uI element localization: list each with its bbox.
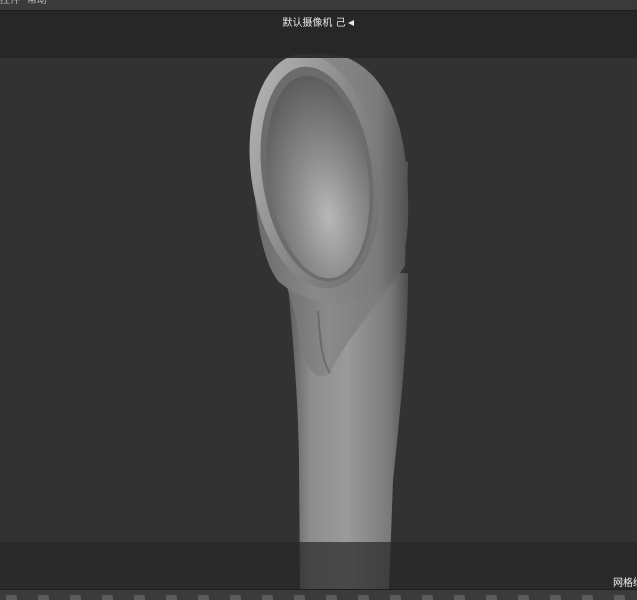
camera-icon — [347, 20, 354, 26]
menu-item-controls[interactable]: 控件 — [0, 0, 20, 7]
menu-item-help[interactable]: 帮助 — [27, 0, 47, 7]
shelf-tool-icon[interactable] — [262, 595, 273, 600]
shelf-tool-icon[interactable] — [550, 595, 561, 600]
shelf-tool-icon[interactable] — [582, 595, 593, 600]
shelf-tool-icon[interactable] — [358, 595, 369, 600]
shelf-tool-icon[interactable] — [486, 595, 497, 600]
3d-viewport[interactable]: 默认摄像机 己 网格 — [0, 11, 637, 589]
bottom-shelf — [0, 589, 637, 600]
menu-bar: 控件 帮助 — [0, 0, 637, 11]
shelf-tool-icon[interactable] — [326, 595, 337, 600]
shelf-tool-icon[interactable] — [6, 595, 17, 600]
shelf-tool-icon[interactable] — [614, 595, 625, 600]
resolution-gate-bottom — [0, 542, 637, 589]
shelf-tool-icon[interactable] — [134, 595, 145, 600]
model-render — [249, 53, 409, 589]
camera-name-text: 默认摄像机 己 — [282, 18, 346, 29]
mesh-paint-label: 网格绘 — [613, 578, 637, 589]
shelf-tool-icon[interactable] — [70, 595, 81, 600]
shelf-tool-icon[interactable] — [294, 595, 305, 600]
shelf-tool-icon[interactable] — [518, 595, 529, 600]
shelf-tool-icon[interactable] — [198, 595, 209, 600]
shelf-tool-icon[interactable] — [166, 595, 177, 600]
shelf-tool-icon[interactable] — [422, 595, 433, 600]
shelf-tool-icon[interactable] — [102, 595, 113, 600]
shelf-tool-icon[interactable] — [454, 595, 465, 600]
shelf-tool-icon[interactable] — [390, 595, 401, 600]
shelf-tool-icon[interactable] — [38, 595, 49, 600]
shelf-tool-icon[interactable] — [230, 595, 241, 600]
camera-name-label[interactable]: 默认摄像机 己 — [0, 14, 637, 29]
maya-window: 控件 帮助 默认摄像机 己 网格 — [0, 0, 637, 600]
